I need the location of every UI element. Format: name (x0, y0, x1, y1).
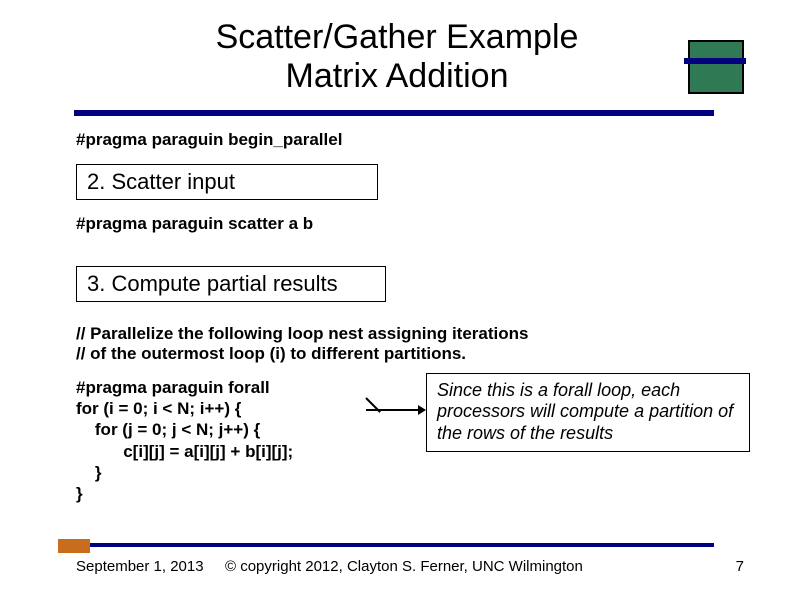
footer-accent-mark (58, 539, 90, 553)
step-2-box: 2. Scatter input (76, 164, 378, 200)
slide-title: Scatter/Gather Example Matrix Addition (0, 0, 794, 96)
code-line-2: for (i = 0; i < N; i++) { (76, 399, 241, 418)
arrow-connector (366, 409, 424, 411)
footer-page-number: 7 (736, 558, 744, 575)
note-box: Since this is a forall loop, each proces… (426, 373, 750, 452)
forall-code-block: #pragma paraguin forall for (i = 0; i < … (76, 377, 406, 505)
title-line-2: Matrix Addition (286, 57, 509, 95)
comment-line-1: // Parallelize the following loop nest a… (76, 324, 528, 343)
pragma-begin-parallel: #pragma paraguin begin_parallel (76, 130, 726, 150)
footer-date: September 1, 2013 (76, 558, 204, 575)
slide: Scatter/Gather Example Matrix Addition #… (0, 0, 794, 595)
title-rule (74, 110, 714, 116)
content-area: #pragma paraguin begin_parallel 2. Scatt… (76, 130, 726, 504)
title-line-1: Scatter/Gather Example (216, 18, 579, 56)
comment-block: // Parallelize the following loop nest a… (76, 324, 726, 365)
code-line-3: for (j = 0; j < N; j++) { (76, 420, 260, 439)
code-line-1: #pragma paraguin forall (76, 378, 270, 397)
footer-rule (74, 543, 714, 547)
code-line-6: } (76, 484, 83, 503)
note-text: Since this is a forall loop, each proces… (437, 380, 733, 443)
code-area: #pragma paraguin forall for (i = 0; i < … (76, 377, 726, 505)
pragma-scatter: #pragma paraguin scatter a b (76, 214, 726, 234)
code-line-4: c[i][j] = a[i][j] + b[i][j]; (76, 442, 293, 461)
step-2-label: 2. Scatter input (87, 169, 235, 194)
step-3-label: 3. Compute partial results (87, 271, 338, 296)
code-line-5: } (76, 463, 102, 482)
decorative-corner-box (688, 40, 744, 94)
comment-line-2: // of the outermost loop (i) to differen… (76, 344, 466, 363)
step-3-box: 3. Compute partial results (76, 266, 386, 302)
footer-copyright: © copyright 2012, Clayton S. Ferner, UNC… (225, 558, 583, 575)
